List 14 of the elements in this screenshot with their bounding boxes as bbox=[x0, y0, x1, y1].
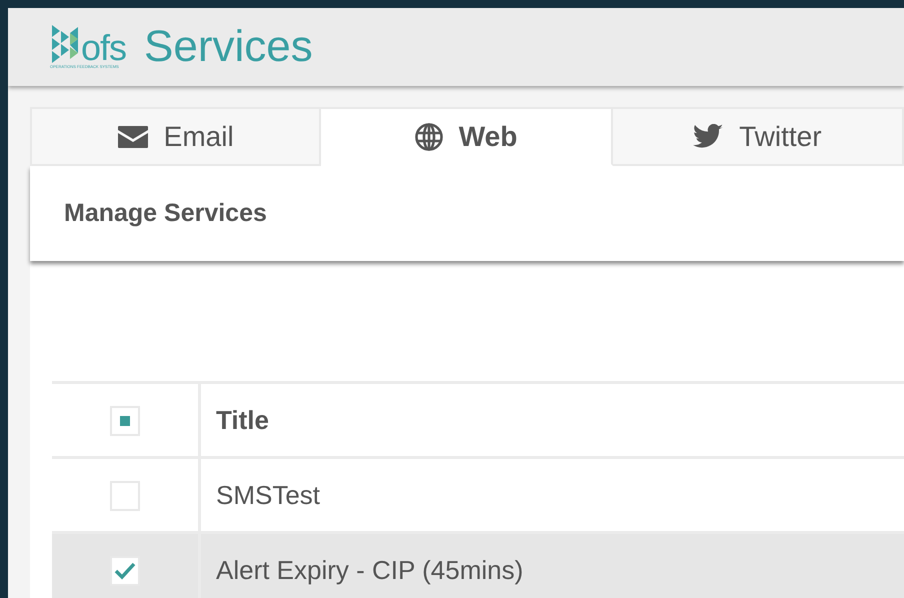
select-all-checkbox[interactable] bbox=[110, 406, 140, 436]
envelope-icon bbox=[118, 126, 148, 148]
globe-icon bbox=[414, 122, 443, 150]
row-checkbox[interactable] bbox=[110, 556, 140, 586]
tab[interactable]: Twitter bbox=[612, 107, 904, 166]
panel-title: Manage Services bbox=[64, 199, 267, 228]
tab[interactable]: Web bbox=[321, 107, 613, 166]
table-cell: Alert Expiry - CIP (45mins) bbox=[200, 532, 904, 598]
logo-text: ofs bbox=[81, 33, 126, 63]
column-header: Title bbox=[200, 382, 904, 458]
bird-icon bbox=[693, 124, 724, 149]
page-title: Services bbox=[144, 22, 313, 72]
tab[interactable]: Email bbox=[30, 107, 322, 166]
logo-icon bbox=[50, 25, 80, 63]
